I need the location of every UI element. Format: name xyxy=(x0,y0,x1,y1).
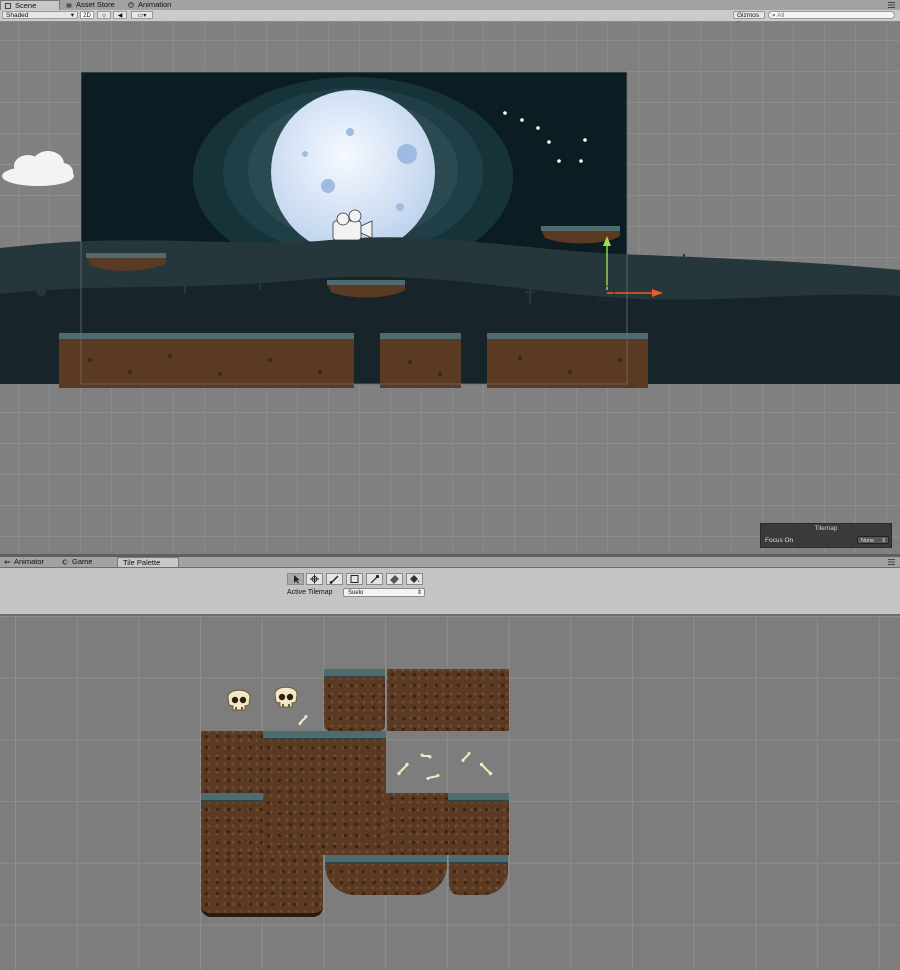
asset-store-icon xyxy=(66,3,72,8)
focus-on-dropdown[interactable]: None ⇕ xyxy=(857,536,889,544)
paintbrush-tool-icon xyxy=(329,575,339,584)
tab-scene[interactable]: Scene xyxy=(0,0,60,10)
active-tilemap-label: Active Tilemap xyxy=(287,589,333,596)
bottom-tab-bar: Animator Game Tile Palette xyxy=(0,557,900,568)
flood-fill-tool-button[interactable] xyxy=(406,573,423,585)
tab-animation[interactable]: Animation xyxy=(124,0,184,10)
floating-platform-tile[interactable] xyxy=(325,855,447,895)
move-tool-icon xyxy=(310,574,319,584)
tilemap-overlay-panel: Tilemap Focus On None ⇕ xyxy=(760,523,892,548)
tab-game[interactable]: Game xyxy=(58,557,114,567)
bone-tile[interactable] xyxy=(420,751,432,761)
bone-tile[interactable] xyxy=(426,772,440,782)
select-tool-button[interactable] xyxy=(287,573,304,585)
chevron-updown-icon: ⇕ xyxy=(416,590,422,596)
scene-toolbar: Shaded ▾ 2D ☼ ◀ ▭▾ Gizmos ▾ ⌕ All xyxy=(0,10,900,27)
tile-palette-grid[interactable] xyxy=(0,616,900,970)
ground-top-tile[interactable] xyxy=(201,793,263,855)
tilemap-overlay-title: Tilemap xyxy=(814,525,838,532)
animator-icon xyxy=(4,560,10,564)
search-icon: ⌕ xyxy=(772,12,776,19)
lighting-toggle-button[interactable]: ☼ xyxy=(97,11,111,19)
tab-animator[interactable]: Animator xyxy=(0,557,58,567)
ground-top-tile[interactable] xyxy=(448,793,509,855)
skull-tile[interactable] xyxy=(272,683,300,711)
sun-icon: ☼ xyxy=(101,13,107,19)
gizmos-dropdown[interactable]: Gizmos ▾ xyxy=(733,11,765,27)
flood-fill-tool-icon xyxy=(410,575,420,583)
picker-tool-icon xyxy=(370,574,380,584)
paintbrush-tool-button[interactable] xyxy=(326,573,343,585)
focus-on-label: Focus On xyxy=(765,537,794,544)
game-icon xyxy=(62,559,68,565)
bone-tile[interactable] xyxy=(297,714,309,726)
cloud xyxy=(2,151,74,186)
scene-search-input[interactable]: ⌕ All xyxy=(768,11,895,19)
scene-icon xyxy=(5,3,11,9)
tile-palette-toolbar: Active Tilemap Suelo ⇕ xyxy=(0,568,900,616)
ground-top-tile[interactable] xyxy=(263,731,386,855)
ground-platforms xyxy=(59,333,648,388)
dirt-tile[interactable] xyxy=(387,669,509,731)
shading-mode-dropdown[interactable]: Shaded ▾ xyxy=(2,11,78,19)
audio-toggle-button[interactable]: ◀ xyxy=(113,11,127,19)
tab-tile-palette[interactable]: Tile Palette xyxy=(117,557,179,567)
ground-bottom-tile[interactable] xyxy=(201,855,323,917)
2d-toggle-button[interactable]: 2D xyxy=(80,11,94,19)
effects-dropdown[interactable]: ▭▾ xyxy=(131,11,153,19)
active-tilemap-dropdown[interactable]: Suelo ⇕ xyxy=(343,588,425,597)
box-fill-tool-icon xyxy=(350,575,359,583)
menu-icon[interactable] xyxy=(888,559,895,565)
tab-asset-store[interactable]: Asset Store xyxy=(62,0,124,10)
dirt-tile[interactable] xyxy=(201,731,263,793)
animation-icon xyxy=(128,2,134,8)
bone-tile[interactable] xyxy=(478,761,494,777)
floating-platform-tile[interactable] xyxy=(449,855,508,895)
audio-icon: ◀ xyxy=(117,13,123,19)
chevron-updown-icon: ⇕ xyxy=(881,538,886,544)
image-effects-icon: ▭▾ xyxy=(137,13,147,19)
menu-icon[interactable] xyxy=(888,2,895,8)
move-tool-button[interactable] xyxy=(306,573,323,585)
box-fill-tool-button[interactable] xyxy=(346,573,363,585)
bone-tile[interactable] xyxy=(460,751,472,763)
dirt-tile[interactable] xyxy=(386,793,448,855)
select-tool-icon xyxy=(294,575,300,584)
picker-tool-button[interactable] xyxy=(366,573,383,585)
skull-tile[interactable] xyxy=(225,686,253,714)
eraser-tool-icon xyxy=(390,575,399,584)
chevron-down-icon: ▾ xyxy=(70,12,74,19)
ground-top-tile[interactable] xyxy=(324,669,385,731)
scene-viewport[interactable] xyxy=(0,22,900,554)
bone-tile[interactable] xyxy=(395,761,411,777)
scene-artwork xyxy=(0,71,900,388)
eraser-tool-button[interactable] xyxy=(386,573,403,585)
